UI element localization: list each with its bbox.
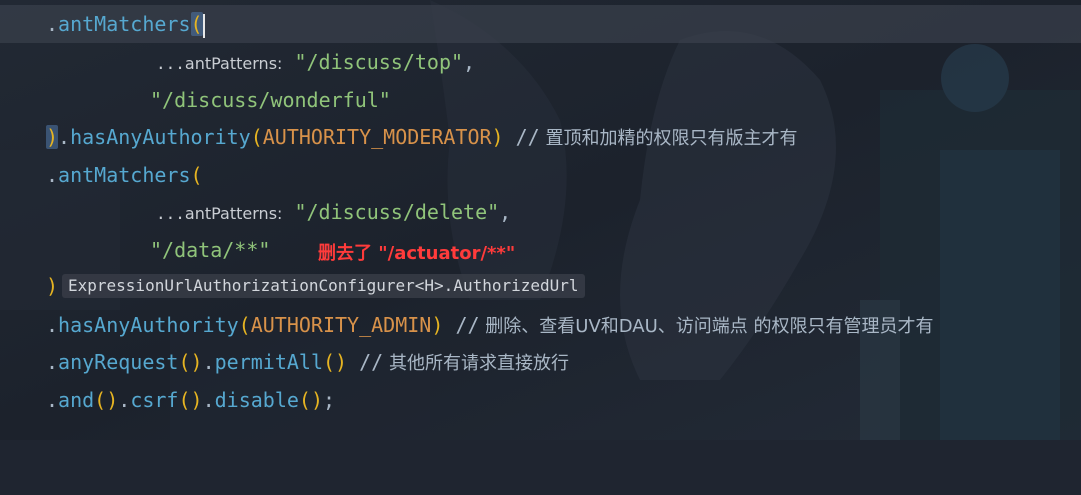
token-method-csrf: csrf bbox=[130, 388, 179, 412]
token-semicolon: ; bbox=[323, 388, 336, 412]
code-line-2[interactable]: ...antPatterns: "/discuss/top", bbox=[0, 43, 1081, 81]
token-method-disable: disable bbox=[214, 388, 299, 412]
token-dot: . bbox=[46, 163, 59, 187]
code-line-10[interactable]: .anyRequest().permitAll() // 其他所有请求直接放行 bbox=[0, 343, 1081, 381]
code-comment: // 置顶和加精的权限只有版主才有 bbox=[515, 125, 798, 149]
token-string-discuss-wonderful: "/discuss/wonderful" bbox=[150, 88, 391, 112]
token-dot: . bbox=[46, 313, 59, 337]
token-comma: , bbox=[499, 200, 512, 224]
code-line-7[interactable]: "/data/**" bbox=[0, 231, 1081, 269]
token-string-discuss-delete: "/discuss/delete" bbox=[294, 200, 500, 224]
token-method-and: and bbox=[58, 388, 95, 412]
token-paren-close-highlighted: ) bbox=[46, 125, 59, 149]
token-string-discuss-top: "/discuss/top" bbox=[294, 50, 464, 74]
token-dot: . bbox=[46, 12, 59, 36]
token-parens: () bbox=[94, 388, 119, 412]
code-line-1[interactable]: .antMatchers( bbox=[0, 5, 1081, 43]
code-line-9[interactable]: .hasAnyAuthority(AUTHORITY_ADMIN) // 删除、… bbox=[0, 306, 1081, 344]
token-paren-open-highlighted: ( bbox=[190, 12, 203, 36]
token-parens: () bbox=[322, 350, 348, 374]
token-method-hasanyauthority: hasAnyAuthority bbox=[58, 313, 239, 337]
code-comment: // 删除、查看UV和DAU、访问端点 的权限只有管理员才有 bbox=[455, 313, 934, 337]
parameter-hint-antpatterns: antPatterns: bbox=[184, 204, 283, 223]
token-method-hasanyauthority: hasAnyAuthority bbox=[70, 125, 251, 149]
code-line-6[interactable]: ...antPatterns: "/discuss/delete", bbox=[0, 193, 1081, 231]
token-dot: . bbox=[202, 388, 215, 412]
token-constant-authority-admin: AUTHORITY_ADMIN bbox=[250, 313, 432, 337]
code-line-11[interactable]: .and().csrf().disable(); bbox=[0, 381, 1081, 419]
token-dot: . bbox=[202, 350, 215, 374]
parameter-hint-antpatterns: antPatterns: bbox=[184, 54, 283, 73]
code-editor[interactable]: .antMatchers( ...antPatterns: "/discuss/… bbox=[0, 0, 1081, 440]
token-paren-open: ( bbox=[250, 125, 263, 149]
token-paren-close: ) bbox=[46, 274, 59, 298]
token-parens: () bbox=[178, 388, 203, 412]
token-comma: , bbox=[463, 50, 476, 74]
token-paren-open: ( bbox=[238, 313, 251, 337]
token-constant-authority-moderator: AUTHORITY_MODERATOR bbox=[262, 125, 492, 149]
token-dot: . bbox=[118, 388, 131, 412]
inlay-type-hint: ExpressionUrlAuthorizationConfigurer<H>.… bbox=[62, 274, 585, 298]
varargs-ellipsis: ... bbox=[156, 54, 185, 73]
token-dot: . bbox=[46, 388, 59, 412]
token-method-antmatchers: antMatchers bbox=[58, 12, 191, 36]
token-paren-close: ) bbox=[431, 313, 444, 337]
text-caret bbox=[202, 13, 205, 38]
varargs-ellipsis: ... bbox=[156, 204, 185, 223]
token-paren-open: ( bbox=[190, 163, 203, 187]
token-method-permitall: permitAll bbox=[214, 350, 323, 374]
token-method-anyrequest: anyRequest bbox=[58, 350, 179, 374]
token-dot: . bbox=[46, 350, 59, 374]
token-method-antmatchers: antMatchers bbox=[58, 163, 191, 187]
token-string-data: "/data/**" bbox=[150, 238, 271, 262]
token-dot: . bbox=[58, 125, 71, 149]
annotation-removed-actuator: 删去了 "/actuator/**" bbox=[318, 243, 516, 264]
code-line-4[interactable]: ).hasAnyAuthority(AUTHORITY_MODERATOR) /… bbox=[0, 118, 1081, 156]
token-parens: () bbox=[298, 388, 324, 412]
token-paren-close: ) bbox=[491, 125, 504, 149]
token-parens: () bbox=[178, 350, 203, 374]
code-line-3[interactable]: "/discuss/wonderful" bbox=[0, 81, 1081, 119]
code-line-5[interactable]: .antMatchers( bbox=[0, 156, 1081, 194]
code-comment: // 其他所有请求直接放行 bbox=[359, 350, 569, 374]
